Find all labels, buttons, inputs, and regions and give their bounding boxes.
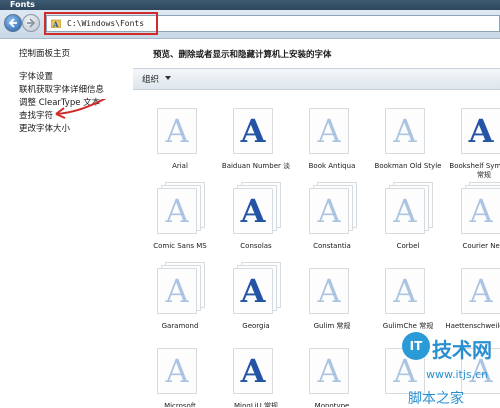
font-preview-glyph: A [469,192,493,230]
font-preview-glyph: A [393,272,417,310]
font-file-icon: A [459,262,500,314]
font-preview-glyph: A [165,352,189,390]
font-name-label: MingLiU 常规 [233,402,279,407]
font-name-label: Haettenschweiler 常规 [445,322,500,330]
font-file-icon: A [155,342,205,394]
font-name-label: Corbel [396,242,420,250]
font-name-label: Garamond [161,322,199,330]
font-item[interactable]: ABookshelf Symbol 7 常规 [449,96,500,179]
watermark-brand: 技术网 [432,338,492,362]
font-name-label: Baiduan Number 淡 [221,162,291,170]
font-preview-glyph: A [317,272,341,310]
font-file-icon: A [383,102,433,154]
chevron-down-icon [165,76,171,80]
control-panel-home-link[interactable]: 控制面板主页 [19,47,70,59]
font-name-label: Georgia [242,322,270,330]
font-file-icon: A [155,262,205,314]
watermark-corner-text: 脚本之家 [408,391,464,407]
find-character-link[interactable]: 查找字符 [19,109,53,121]
font-name-label: Comic Sans MS [153,242,207,250]
font-name-label: Arial [172,162,188,170]
font-file-icon: A [231,182,281,234]
font-preview-glyph: A [240,112,266,150]
font-file-icon: A [459,102,500,154]
font-item[interactable]: A Baiduan Number 淡 [221,96,291,176]
font-settings-link[interactable]: 字体设置 [19,70,53,82]
font-preview-glyph: A [165,192,189,230]
font-preview-glyph: A [393,192,417,230]
title-bar: Fonts [0,0,500,10]
font-preview-glyph: A [240,192,266,230]
navigation-bar: A C:\Windows\Fonts [0,10,500,39]
font-name-label: Gulim 常规 [313,322,351,330]
font-item[interactable]: A Microsoft [145,336,215,407]
get-font-info-online-link[interactable]: 联机获取字体详细信息 [19,83,104,95]
font-name-label: Book Antiqua [308,162,356,170]
font-file-icon: A [155,102,205,154]
font-item[interactable]: A MingLiU 常规 [221,336,291,407]
font-file-icon: A [383,182,433,234]
font-item[interactable]: A Arial [145,96,215,176]
window-title: Fonts [10,0,35,9]
watermark-domain: www.itjs.cn [426,368,489,381]
font-preview-glyph: A [468,112,494,150]
font-item[interactable]: A Bookman Old Style [373,96,443,176]
font-file-icon: A [459,182,500,234]
watermark-badge: IT [402,332,430,360]
font-item[interactable]: A Constantia [297,176,367,256]
font-name-label: Courier New [462,242,500,250]
page-description: 预览、删除或者显示和隐藏计算机上安装的字体 [153,50,332,60]
font-file-icon: A [307,342,357,394]
font-preview-glyph: A [469,272,493,310]
font-file-icon: A [383,262,433,314]
back-button[interactable] [4,14,22,32]
font-file-icon: A [307,102,357,154]
font-item[interactable]: A Consolas [221,176,291,256]
font-file-icon: A [307,262,357,314]
font-file-icon: A [231,102,281,154]
font-file-icon: A [307,182,357,234]
font-file-icon: A [231,342,281,394]
font-item[interactable]: A Gulim 常规 [297,256,367,336]
font-preview-glyph: A [240,272,266,310]
font-item[interactable]: A Monotype [297,336,367,407]
font-name-label: Microsoft [164,402,196,407]
font-preview-glyph: A [317,112,341,150]
font-name-label: Monotype [314,402,350,407]
font-file-icon: A [231,262,281,314]
font-name-label: Constantia [313,242,351,250]
font-preview-glyph: A [165,112,189,150]
font-name-label: GulimChe 常规 [382,322,434,330]
font-item[interactable]: A Comic Sans MS [145,176,215,256]
red-arrow-annotation-icon [55,99,107,119]
font-item[interactable]: A Courier New [449,176,500,256]
font-preview-glyph: A [165,272,189,310]
font-name-label: Bookman Old Style [374,162,442,170]
command-toolbar: 组织 [133,68,500,90]
font-name-label: Consolas [240,242,272,250]
arrow-right-icon [27,18,36,28]
address-annotation-box [44,12,158,35]
font-file-icon: A [155,182,205,234]
font-item[interactable]: A Georgia [221,256,291,336]
font-item[interactable]: A GulimChe 常规 [373,256,443,336]
font-preview-glyph: A [317,192,341,230]
font-item[interactable]: A Corbel [373,176,443,256]
font-preview-glyph: A [393,112,417,150]
watermark: IT 技术网 www.itjs.cn 脚本之家 [402,332,500,407]
arrow-left-icon [8,18,17,28]
font-item[interactable]: A Book Antiqua [297,96,367,176]
font-item[interactable]: A Garamond [145,256,215,336]
organize-button[interactable]: 组织 [142,73,159,85]
left-pane: 控制面板主页 字体设置 联机获取字体详细信息 调整 ClearType 文本 查… [0,39,133,407]
font-item[interactable]: A Haettenschweiler 常规 [445,256,500,336]
font-preview-glyph: A [317,352,341,390]
forward-button[interactable] [22,14,40,32]
font-preview-glyph: A [240,352,266,390]
